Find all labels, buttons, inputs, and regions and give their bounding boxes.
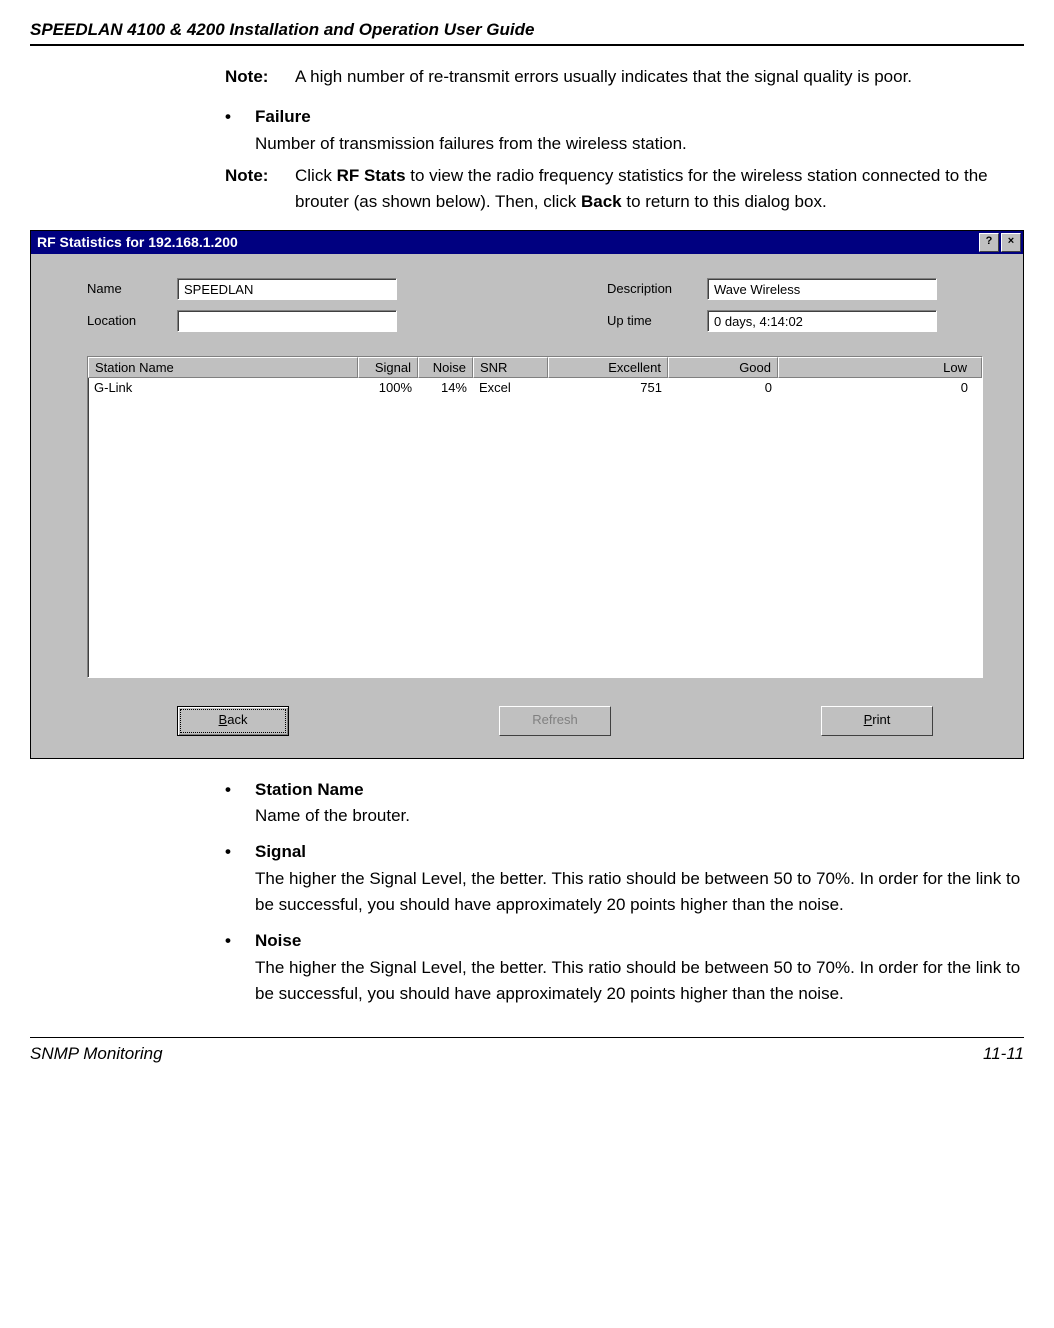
station-name-desc: Name of the brouter. [255, 803, 1024, 829]
note-label: Note: [225, 163, 295, 216]
help-button[interactable]: ? [979, 233, 999, 252]
failure-desc: Number of transmission failures from the… [255, 131, 1024, 157]
bullet-signal: • Signal [225, 839, 1024, 865]
print-button[interactable]: Print [821, 706, 933, 736]
noise-title: Noise [255, 928, 301, 954]
refresh-button[interactable]: Refresh [499, 706, 611, 736]
name-field[interactable]: SPEEDLAN [177, 278, 397, 300]
note-2: Note: Click RF Stats to view the radio f… [225, 163, 1024, 216]
col-excellent[interactable]: Excellent [548, 357, 668, 378]
cell-excellent: 751 [548, 378, 668, 397]
header-rule [30, 44, 1024, 46]
uptime-field[interactable]: 0 days, 4:14:02 [707, 310, 937, 332]
location-label: Location [87, 313, 177, 328]
note-2-text: Click RF Stats to view the radio frequen… [295, 163, 1024, 216]
cell-noise: 14% [418, 378, 473, 397]
col-low[interactable]: Low [778, 357, 982, 378]
dialog-titlebar[interactable]: RF Statistics for 192.168.1.200 ? × [31, 231, 1023, 254]
failure-title: Failure [255, 104, 311, 130]
note-label: Note: [225, 64, 295, 90]
table-row[interactable]: G-Link 100% 14% Excel 751 0 0 [88, 378, 982, 397]
col-signal[interactable]: Signal [358, 357, 418, 378]
bullet-failure: • Failure [225, 104, 1024, 130]
cell-good: 0 [668, 378, 778, 397]
uptime-label: Up time [607, 313, 707, 328]
description-label: Description [607, 281, 707, 296]
signal-title: Signal [255, 839, 306, 865]
col-station-name[interactable]: Station Name [88, 357, 358, 378]
col-noise[interactable]: Noise [418, 357, 473, 378]
cell-snr: Excel [473, 378, 548, 397]
name-label: Name [87, 281, 177, 296]
stations-table[interactable]: Station Name Signal Noise SNR Excellent … [87, 356, 983, 678]
station-name-title: Station Name [255, 777, 364, 803]
close-button[interactable]: × [1001, 233, 1021, 252]
cell-station-name: G-Link [88, 378, 358, 397]
bullet-station-name: • Station Name [225, 777, 1024, 803]
col-snr[interactable]: SNR [473, 357, 548, 378]
bullet-noise: • Noise [225, 928, 1024, 954]
page-footer: SNMP Monitoring 11-11 [30, 1037, 1024, 1064]
back-button[interactable]: Back [177, 706, 289, 736]
footer-right: 11-11 [983, 1044, 1024, 1064]
dialog-title: RF Statistics for 192.168.1.200 [37, 234, 238, 250]
page-header-title: SPEEDLAN 4100 & 4200 Installation and Op… [30, 20, 1024, 40]
note-1-text: A high number of re-transmit errors usua… [295, 64, 912, 90]
cell-signal: 100% [358, 378, 418, 397]
table-header: Station Name Signal Noise SNR Excellent … [88, 357, 982, 378]
location-field[interactable] [177, 310, 397, 332]
noise-desc: The higher the Signal Level, the better.… [255, 955, 1024, 1008]
col-good[interactable]: Good [668, 357, 778, 378]
footer-left: SNMP Monitoring [30, 1044, 163, 1064]
cell-low: 0 [778, 378, 982, 397]
description-field[interactable]: Wave Wireless [707, 278, 937, 300]
rf-statistics-dialog: RF Statistics for 192.168.1.200 ? × Name… [30, 230, 1024, 759]
note-1: Note: A high number of re-transmit error… [225, 64, 1024, 90]
signal-desc: The higher the Signal Level, the better.… [255, 866, 1024, 919]
